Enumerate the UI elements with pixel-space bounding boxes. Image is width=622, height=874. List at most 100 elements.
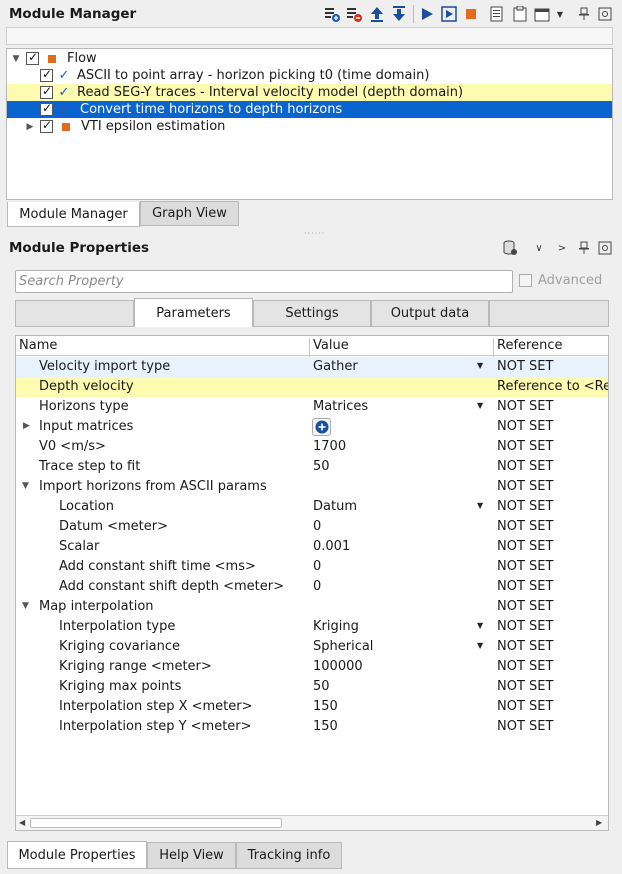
- add-matrix-button[interactable]: [312, 418, 331, 436]
- property-row[interactable]: Trace step to fit 50 NOT SET: [16, 457, 608, 477]
- tree-item-flow[interactable]: ▼ Flow: [7, 50, 612, 67]
- dropdown-arrow-icon[interactable]: ▼: [477, 621, 483, 630]
- tab-graph-view[interactable]: Graph View: [140, 201, 239, 226]
- tree-item-module-selected[interactable]: Convert time horizons to depth horizons: [7, 101, 612, 118]
- scroll-right-icon[interactable]: ▶: [596, 818, 602, 827]
- property-name: Interpolation step X <meter>: [59, 699, 253, 714]
- property-row[interactable]: Kriging max points 50 NOT SET: [16, 677, 608, 697]
- property-value[interactable]: Kriging: [313, 619, 359, 634]
- property-row[interactable]: Datum <meter> 0 NOT SET: [16, 517, 608, 537]
- chevron-right-icon[interactable]: ▶: [23, 421, 30, 431]
- property-reference: NOT SET: [497, 419, 554, 434]
- pin-icon[interactable]: [575, 5, 593, 23]
- property-row[interactable]: Scalar 0.001 NOT SET: [16, 537, 608, 557]
- tree-item-module[interactable]: ✓ ASCII to point array - horizon picking…: [7, 67, 612, 84]
- tree-item-module[interactable]: ▶ VTI epsilon estimation: [7, 118, 612, 135]
- property-group-row[interactable]: ▼ Map interpolation NOT SET: [16, 597, 608, 617]
- property-row[interactable]: Depth velocity Reference to <Re: [16, 377, 608, 397]
- chevron-down-icon[interactable]: ▼: [22, 481, 29, 491]
- property-value[interactable]: 50: [313, 459, 330, 474]
- property-value[interactable]: 1700: [313, 439, 346, 454]
- horizontal-scrollbar[interactable]: ◀ ▶: [16, 815, 608, 830]
- scrollbar-thumb[interactable]: [30, 818, 282, 828]
- property-value[interactable]: Datum: [313, 499, 357, 514]
- chevron-right-icon[interactable]: ▶: [23, 122, 37, 132]
- tab-help-view[interactable]: Help View: [147, 842, 236, 869]
- tree-checkbox[interactable]: [40, 67, 53, 82]
- chevron-down-icon[interactable]: ∨: [530, 239, 548, 257]
- property-row[interactable]: Velocity import type Gather ▼ NOT SET: [16, 357, 608, 377]
- tab-module-properties[interactable]: Module Properties: [7, 841, 147, 869]
- pin-icon[interactable]: [575, 239, 593, 257]
- dropdown-arrow-icon[interactable]: ▼: [477, 501, 483, 510]
- database-icon[interactable]: [501, 239, 519, 257]
- property-value[interactable]: Matrices: [313, 399, 368, 414]
- window-icon[interactable]: [533, 5, 551, 23]
- tab-module-manager[interactable]: Module Manager: [7, 202, 140, 227]
- column-header-name[interactable]: Name: [19, 338, 57, 353]
- property-row[interactable]: V0 <m/s> 1700 NOT SET: [16, 437, 608, 457]
- tab-settings[interactable]: Settings: [253, 300, 371, 327]
- property-value[interactable]: 50: [313, 679, 330, 694]
- dropdown-arrow-icon[interactable]: ▼: [477, 641, 483, 650]
- tab-tracking-info[interactable]: Tracking info: [236, 842, 342, 869]
- tab-hidden-right[interactable]: [489, 300, 609, 327]
- scroll-left-icon[interactable]: ◀: [19, 818, 25, 827]
- property-row[interactable]: Location Datum ▼ NOT SET: [16, 497, 608, 517]
- property-row[interactable]: Interpolation type Kriging ▼ NOT SET: [16, 617, 608, 637]
- add-module-icon[interactable]: [323, 5, 341, 23]
- property-value[interactable]: 150: [313, 719, 338, 734]
- tab-parameters[interactable]: Parameters: [134, 298, 253, 327]
- more-menu-icon[interactable]: ▼: [551, 5, 569, 23]
- property-value[interactable]: 100000: [313, 659, 363, 674]
- tree-checkbox[interactable]: [40, 84, 53, 99]
- stop-icon[interactable]: [462, 5, 480, 23]
- chevron-down-icon[interactable]: ▼: [9, 54, 23, 64]
- flow-tree: ▼ Flow ✓ ASCII to point array - horizon …: [6, 48, 613, 200]
- chevron-down-icon[interactable]: ▼: [22, 601, 29, 611]
- run-step-icon[interactable]: [440, 5, 458, 23]
- property-value[interactable]: 150: [313, 699, 338, 714]
- clipboard-icon[interactable]: [511, 5, 529, 23]
- property-value[interactable]: Spherical: [313, 639, 373, 654]
- column-separator[interactable]: [309, 338, 310, 358]
- tab-output-data[interactable]: Output data: [371, 300, 489, 327]
- property-value[interactable]: 0.001: [313, 539, 350, 554]
- property-row[interactable]: Interpolation step X <meter> 150 NOT SET: [16, 697, 608, 717]
- property-value[interactable]: Gather: [313, 359, 358, 374]
- move-down-icon[interactable]: [390, 5, 408, 23]
- remove-module-icon[interactable]: [345, 5, 363, 23]
- advanced-checkbox[interactable]: [519, 274, 532, 287]
- dropdown-arrow-icon[interactable]: ▼: [477, 401, 483, 410]
- tree-item-module[interactable]: ✓ Read SEG-Y traces - Interval velocity …: [7, 84, 612, 101]
- column-separator[interactable]: [493, 338, 494, 358]
- search-property-input[interactable]: Search Property: [15, 270, 513, 293]
- property-row[interactable]: Horizons type Matrices ▼ NOT SET: [16, 397, 608, 417]
- copy-icon[interactable]: [488, 5, 506, 23]
- tree-checkbox[interactable]: [40, 101, 53, 116]
- property-value[interactable]: 0: [313, 519, 321, 534]
- move-up-icon[interactable]: [368, 5, 386, 23]
- column-header-value[interactable]: Value: [313, 338, 349, 353]
- property-row[interactable]: Add constant shift depth <meter> 0 NOT S…: [16, 577, 608, 597]
- property-value[interactable]: 0: [313, 559, 321, 574]
- property-row[interactable]: Kriging covariance Spherical ▼ NOT SET: [16, 637, 608, 657]
- property-row[interactable]: ▶ Input matrices NOT SET: [16, 417, 608, 437]
- property-row[interactable]: Add constant shift time <ms> 0 NOT SET: [16, 557, 608, 577]
- splitter-handle[interactable]: ······: [304, 229, 325, 238]
- dropdown-arrow-icon[interactable]: ▼: [477, 361, 483, 370]
- tab-hidden-left[interactable]: [15, 300, 134, 327]
- property-group-row[interactable]: ▼ Import horizons from ASCII params NOT …: [16, 477, 608, 497]
- property-reference: NOT SET: [497, 519, 554, 534]
- tree-checkbox[interactable]: [26, 50, 39, 65]
- property-row[interactable]: Kriging range <meter> 100000 NOT SET: [16, 657, 608, 677]
- tree-checkbox[interactable]: [40, 118, 53, 133]
- property-row[interactable]: Interpolation step Y <meter> 150 NOT SET: [16, 717, 608, 737]
- property-grid: Name Value Reference Velocity import typ…: [15, 335, 609, 831]
- float-panel-icon[interactable]: [596, 239, 614, 257]
- float-panel-icon[interactable]: [596, 5, 614, 23]
- column-header-reference[interactable]: Reference: [497, 338, 562, 353]
- property-value[interactable]: 0: [313, 579, 321, 594]
- run-icon[interactable]: [418, 5, 436, 23]
- chevron-right-icon[interactable]: >: [553, 239, 571, 257]
